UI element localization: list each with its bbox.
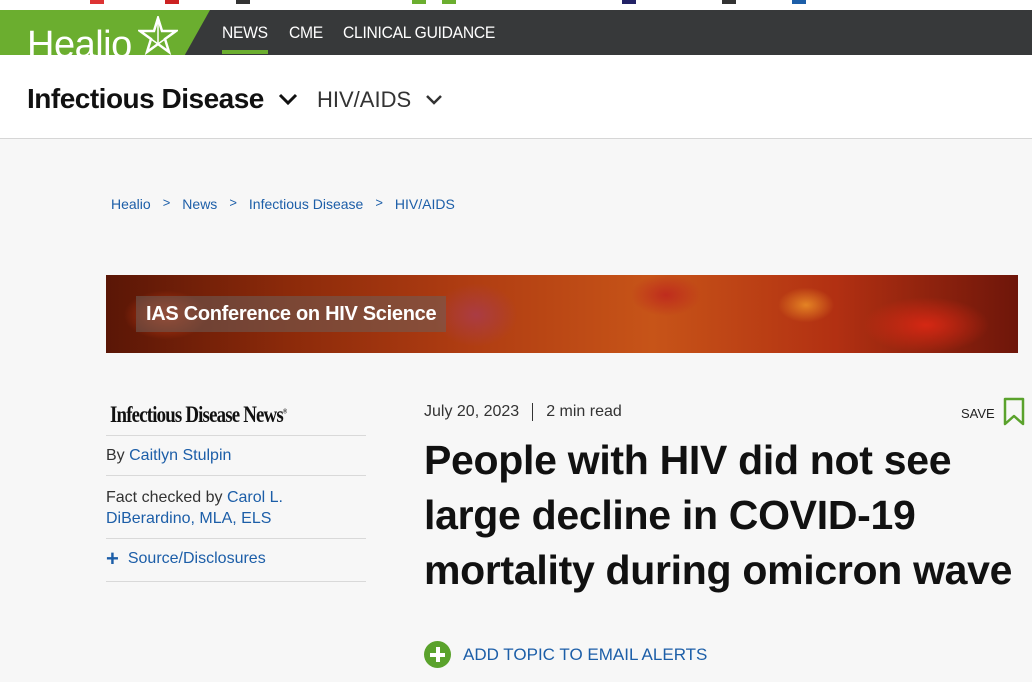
fact-check-label: Fact checked by [106, 489, 223, 506]
subtopic-dropdown[interactable]: HIV/AIDS [317, 87, 443, 113]
publication-name[interactable]: Infectious Disease News® [110, 402, 287, 428]
bookmark-icon [1003, 397, 1024, 426]
trademark: ® [282, 407, 287, 416]
plus-circle-icon [424, 641, 451, 668]
strip-mark [90, 0, 104, 4]
publication-title: Infectious Disease News [110, 402, 284, 427]
read-time: 2 min read [546, 403, 622, 420]
breadcrumb-separator: > [229, 194, 237, 210]
article-date: July 20, 2023 [424, 403, 520, 420]
article-headline: People with HIV did not see large declin… [424, 437, 1013, 593]
meta-divider [532, 403, 534, 421]
fact-check-row: Fact checked by Carol L. DiBerardino, ML… [106, 475, 366, 538]
top-strip [0, 0, 1032, 10]
topic-label: Infectious Disease [27, 83, 264, 114]
topic-dropdown[interactable]: Infectious Disease [27, 83, 298, 115]
strip-mark [236, 0, 250, 4]
nav-cme[interactable]: CME [289, 10, 323, 55]
author-row: By Caitlyn Stulpin [106, 435, 366, 475]
breadcrumb-news[interactable]: News [182, 196, 217, 212]
strip-mark [792, 0, 806, 4]
strip-mark [622, 0, 636, 4]
source-disclosures-toggle[interactable]: + Source/Disclosures [106, 538, 366, 582]
breadcrumb-infectious-disease[interactable]: Infectious Disease [249, 196, 363, 212]
by-label: By [106, 447, 125, 464]
save-label: SAVE [961, 406, 995, 421]
add-topic-email-alerts-button[interactable]: ADD TOPIC TO EMAIL ALERTS [424, 641, 707, 668]
breadcrumb-separator: > [375, 194, 383, 210]
breadcrumb-hiv-aids[interactable]: HIV/AIDS [395, 196, 455, 212]
conference-banner[interactable]: IAS Conference on HIV Science [106, 275, 1018, 353]
chevron-down-icon [278, 93, 297, 106]
main-nav: NEWS CME CLINICAL GUIDANCE [222, 10, 508, 55]
strip-mark [442, 0, 456, 4]
nav-news[interactable]: NEWS [222, 10, 268, 55]
alert-label: ADD TOPIC TO EMAIL ALERTS [463, 644, 708, 664]
save-button[interactable]: SAVE [961, 397, 1025, 426]
article-meta: July 20, 2023 2 min read [424, 403, 622, 421]
topic-subnav: Infectious Disease HIV/AIDS [0, 55, 1032, 139]
strip-mark [165, 0, 179, 4]
strip-mark [412, 0, 426, 4]
chevron-down-icon [426, 95, 443, 105]
strip-mark [722, 0, 736, 4]
breadcrumb-healio[interactable]: Healio [111, 196, 151, 212]
author-link[interactable]: Caitlyn Stulpin [129, 447, 231, 464]
banner-label: IAS Conference on HIV Science [136, 296, 447, 332]
plus-icon: + [106, 546, 119, 571]
subtopic-label: HIV/AIDS [317, 87, 412, 112]
source-label: Source/Disclosures [127, 550, 266, 567]
breadcrumb-separator: > [162, 194, 171, 210]
nav-clinical-guidance[interactable]: CLINICAL GUIDANCE [343, 10, 495, 55]
star-logo-icon [138, 16, 178, 56]
breadcrumb: Healio > News > Infectious Disease > HIV… [111, 194, 455, 213]
